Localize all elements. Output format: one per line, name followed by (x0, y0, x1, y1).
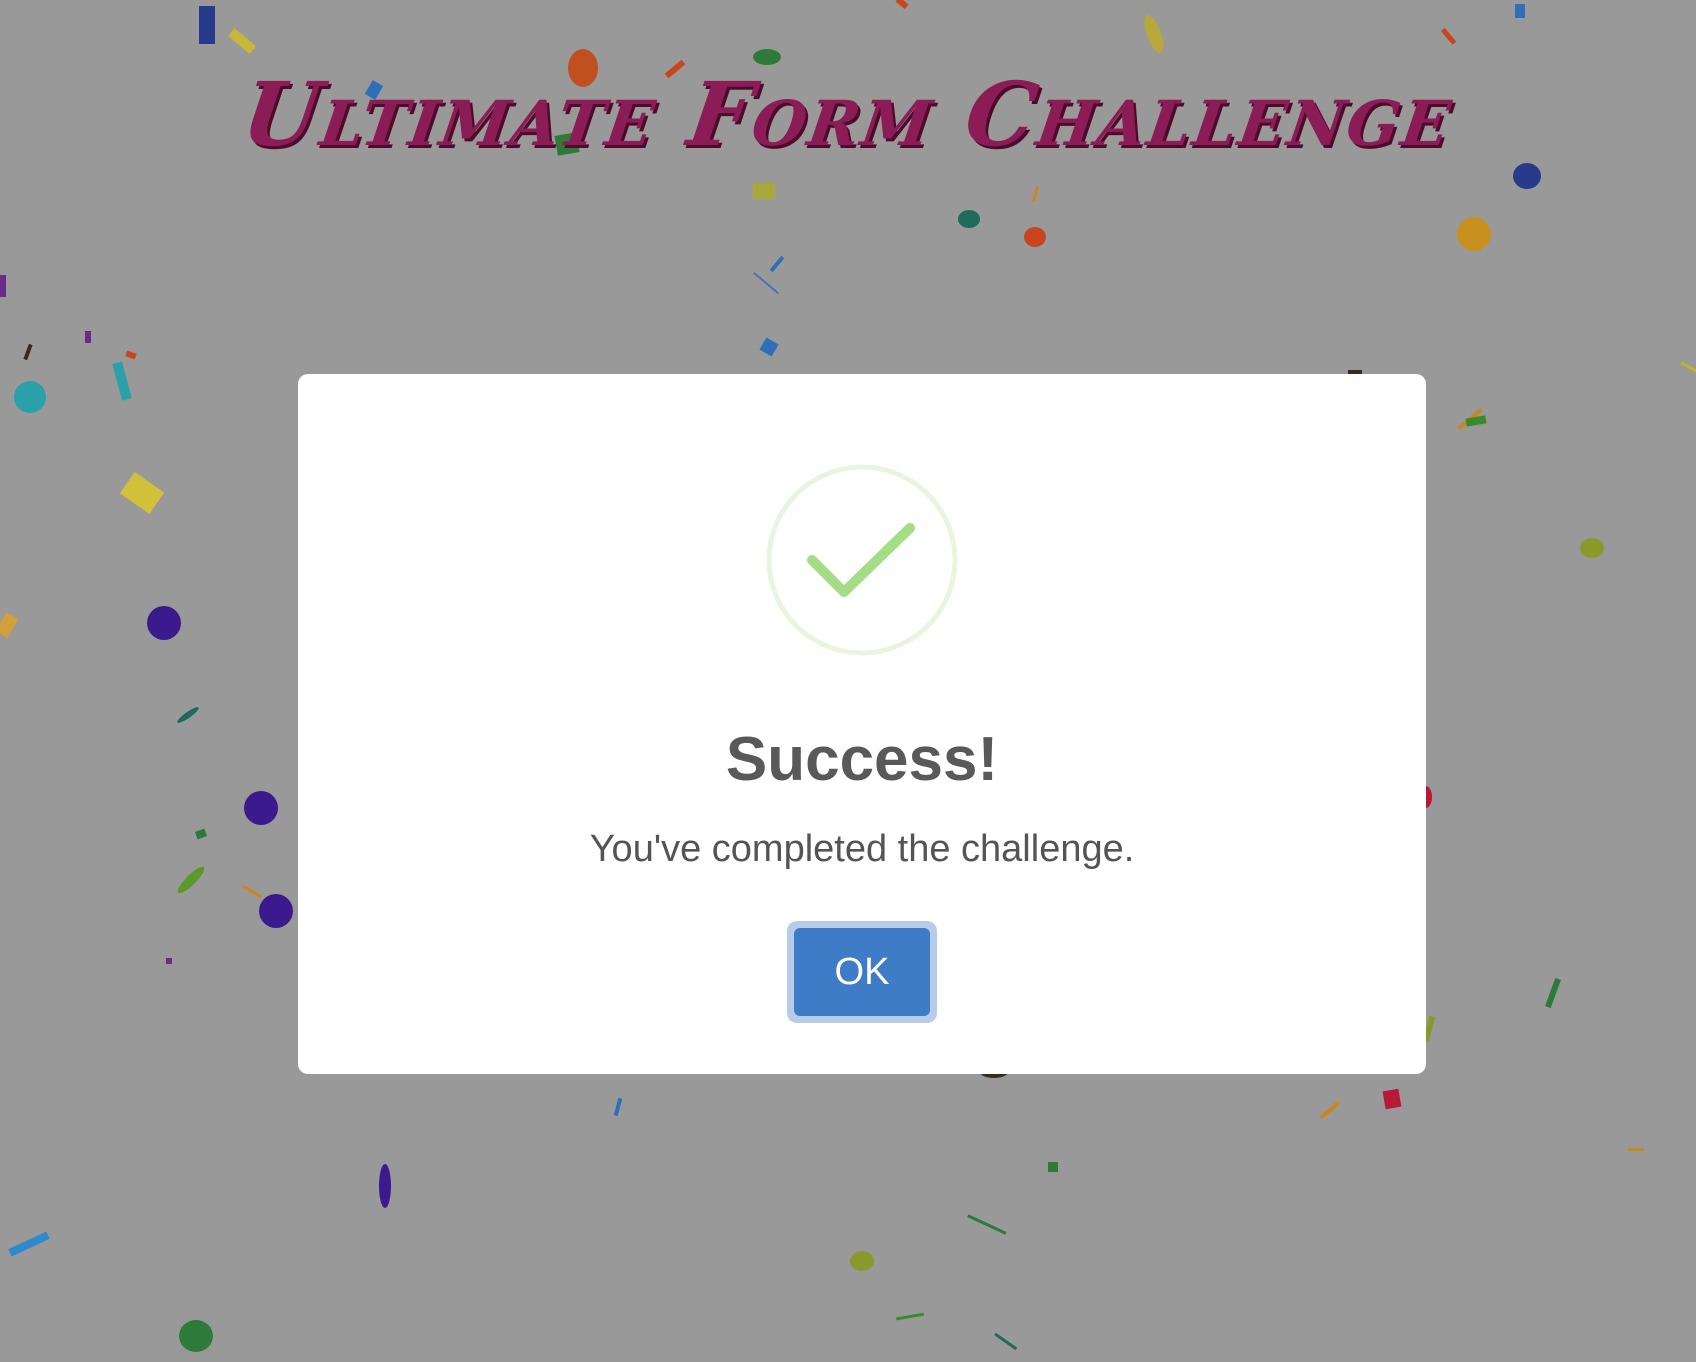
success-checkmark-icon (766, 464, 958, 656)
dialog-title: Success! (725, 725, 999, 794)
dialog-message: You've completed the challenge. (589, 828, 1135, 870)
success-dialog: Success! You've completed the challenge.… (298, 374, 1426, 1074)
ok-button[interactable]: OK (794, 928, 930, 1016)
